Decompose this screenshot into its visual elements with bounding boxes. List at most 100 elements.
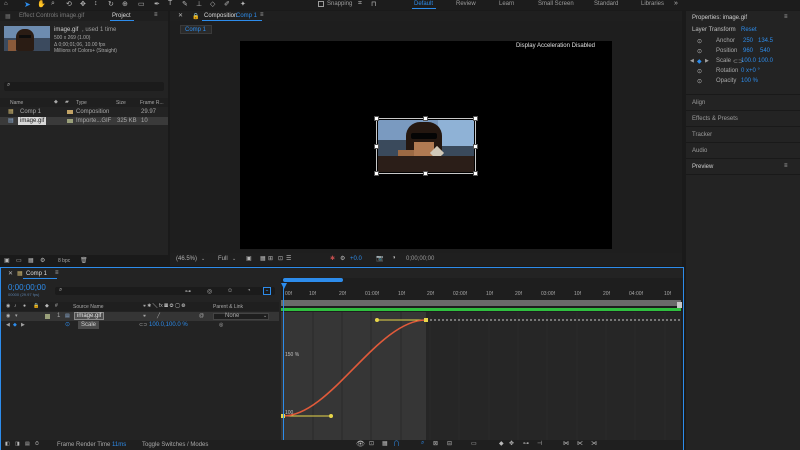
- brush-tool-icon[interactable]: ✎: [182, 0, 188, 8]
- workspace-review[interactable]: Review: [456, 1, 476, 7]
- bit-depth[interactable]: 8 bpc: [58, 258, 70, 264]
- workspace-default[interactable]: Default: [414, 1, 433, 7]
- graph-editor-toggle[interactable]: ⌁: [263, 287, 271, 295]
- snap-graph-icon[interactable]: ⋂: [394, 440, 399, 447]
- work-area-end-handle[interactable]: [677, 302, 682, 308]
- zoom-graph-icon[interactable]: ⊟: [447, 440, 452, 447]
- column-name[interactable]: Name: [10, 100, 23, 106]
- layer-handle-top-left[interactable]: [374, 116, 379, 121]
- parent-dropdown[interactable]: [213, 313, 269, 320]
- panel-tracker[interactable]: Tracker: [692, 132, 712, 138]
- layer-handle-top-right[interactable]: [473, 116, 478, 121]
- puppet-pin-icon[interactable]: ✦: [240, 0, 246, 8]
- graph-icon[interactable]: ◎: [219, 321, 223, 329]
- column-parent-link[interactable]: Parent & Link: [213, 304, 243, 310]
- stopwatch-icon[interactable]: ⊙: [65, 321, 70, 329]
- workspace-learn[interactable]: Learn: [499, 1, 514, 7]
- keyframe-linear-icon[interactable]: ⊶: [523, 440, 529, 447]
- grid-guides-icon[interactable]: ⊞: [268, 255, 273, 262]
- column-type[interactable]: Type: [76, 100, 87, 106]
- audio-icon[interactable]: ♪: [14, 303, 17, 309]
- transparency-grid-icon[interactable]: ▦: [260, 255, 266, 262]
- graph-type-icon[interactable]: ⊡: [369, 440, 374, 447]
- hand-tool-icon[interactable]: ✋: [37, 0, 46, 8]
- panel-menu-icon[interactable]: ≡: [784, 163, 788, 169]
- zoom-dropdown[interactable]: (46.5%): [176, 256, 197, 262]
- close-icon[interactable]: ✕: [178, 12, 183, 19]
- close-icon[interactable]: ✕: [8, 270, 13, 277]
- composition-tab-label[interactable]: Composition: [204, 13, 237, 19]
- expand-modes-icon[interactable]: ◨: [15, 441, 20, 447]
- expand-arrow-icon[interactable]: ▾: [15, 312, 18, 320]
- keyframe-icon[interactable]: ◆: [697, 58, 702, 65]
- panel-audio[interactable]: Audio: [692, 148, 707, 154]
- layer-duration-bar[interactable]: [281, 308, 681, 311]
- layer-handle-right[interactable]: [473, 144, 478, 149]
- interpret-footage-icon[interactable]: ▣: [4, 257, 10, 264]
- easy-ease-icon[interactable]: ⋈: [563, 440, 569, 447]
- visibility-eye-icon[interactable]: ◉: [6, 312, 10, 320]
- easy-ease-out-icon[interactable]: ⋊: [591, 440, 597, 447]
- motion-blur-icon[interactable]: ◔: [247, 288, 251, 294]
- draft-3d-icon[interactable]: ◎: [207, 288, 212, 295]
- snapshot-camera-icon[interactable]: 📷: [376, 255, 383, 262]
- work-area-bar[interactable]: [283, 278, 343, 282]
- resolution-dropdown[interactable]: Full: [218, 256, 228, 262]
- render-time-icon[interactable]: ⏱: [35, 441, 39, 447]
- project-search-input[interactable]: [4, 82, 164, 91]
- zoom-chevron-icon[interactable]: ⌄: [201, 256, 205, 262]
- show-reference-icon[interactable]: ▦: [382, 440, 388, 447]
- layer-handle-top[interactable]: [423, 116, 428, 121]
- viewer-timecode[interactable]: 0;00;00;00: [406, 256, 434, 262]
- trash-icon[interactable]: 🗑: [80, 257, 88, 264]
- new-composition-icon[interactable]: ▦: [28, 257, 34, 264]
- keyframe-icon[interactable]: ◆: [13, 321, 17, 329]
- solo-icon[interactable]: ●: [23, 303, 26, 309]
- selection-tool-icon[interactable]: ➤: [24, 0, 31, 9]
- tab-project[interactable]: Project: [112, 13, 131, 19]
- pan-behind-icon[interactable]: ⊕: [122, 0, 128, 8]
- panel-menu-icon[interactable]: ≡: [154, 12, 158, 18]
- home-icon[interactable]: ⌂: [4, 1, 8, 7]
- viewer-canvas[interactable]: Display Acceleration Disabled: [240, 41, 612, 249]
- position-y[interactable]: 540: [760, 48, 770, 54]
- clone-stamp-icon[interactable]: ⊥: [196, 0, 202, 8]
- graph-visibility-eye-icon[interactable]: 👁: [356, 440, 365, 448]
- playhead[interactable]: [283, 283, 284, 440]
- chevron-down-icon[interactable]: ⌄: [263, 312, 267, 320]
- rotate-tool-icon[interactable]: ↻: [108, 0, 114, 8]
- layer-bounding-box[interactable]: [376, 118, 476, 174]
- layer-handle-bottom[interactable]: [423, 171, 428, 176]
- timeline-search-input[interactable]: [55, 287, 275, 295]
- property-value[interactable]: 100.0,100.0 %: [149, 321, 188, 329]
- timeline-timecode[interactable]: 0;00;00;00: [8, 283, 46, 292]
- panel-menu-icon[interactable]: ≡: [260, 12, 264, 18]
- anchor-x[interactable]: 250: [743, 38, 753, 44]
- fast-previews-icon[interactable]: ⚙: [340, 255, 345, 262]
- channel-icon[interactable]: ☰: [286, 255, 291, 262]
- next-keyframe-icon[interactable]: ▶: [705, 58, 709, 64]
- resolution-chevron-icon[interactable]: ⌄: [232, 256, 236, 262]
- zoom-tool-icon[interactable]: ⌕: [51, 0, 55, 8]
- lock-icon[interactable]: 🔒: [192, 13, 199, 20]
- column-source-name[interactable]: Source Name: [73, 304, 104, 310]
- keyframe-toggle-icon[interactable]: ⊣: [537, 440, 542, 447]
- dolly-tool-icon[interactable]: ↕: [94, 0, 98, 7]
- constrain-proportions-icon[interactable]: ⊂⊃: [139, 321, 147, 329]
- work-area-region[interactable]: [281, 300, 681, 306]
- eraser-tool-icon[interactable]: ◇: [210, 0, 215, 8]
- panel-menu-icon[interactable]: ≡: [784, 14, 788, 20]
- toggle-switches-modes[interactable]: Toggle Switches / Modes: [142, 442, 208, 448]
- keyframe-auto-bezier-icon[interactable]: ✥: [509, 440, 514, 447]
- roto-brush-icon[interactable]: ✐: [224, 0, 230, 8]
- graph-editor-area[interactable]: 00f 10f 20f 01:00f 10f 20f 02:00f 10f 20…: [281, 278, 683, 440]
- workspace-small-screen[interactable]: Small Screen: [538, 1, 574, 7]
- region-of-interest-icon[interactable]: ▣: [246, 255, 252, 262]
- expand-in-out-icon[interactable]: ▤: [25, 441, 30, 447]
- show-snapshot-icon[interactable]: ◑: [392, 255, 396, 261]
- fit-all-icon[interactable]: ⊠: [433, 440, 438, 447]
- lock-column-icon[interactable]: 🔒: [33, 303, 39, 309]
- settings-icon[interactable]: ⚙: [40, 257, 45, 264]
- scale-y[interactable]: 100.0: [758, 58, 773, 64]
- panel-menu-icon[interactable]: ≡: [55, 270, 59, 276]
